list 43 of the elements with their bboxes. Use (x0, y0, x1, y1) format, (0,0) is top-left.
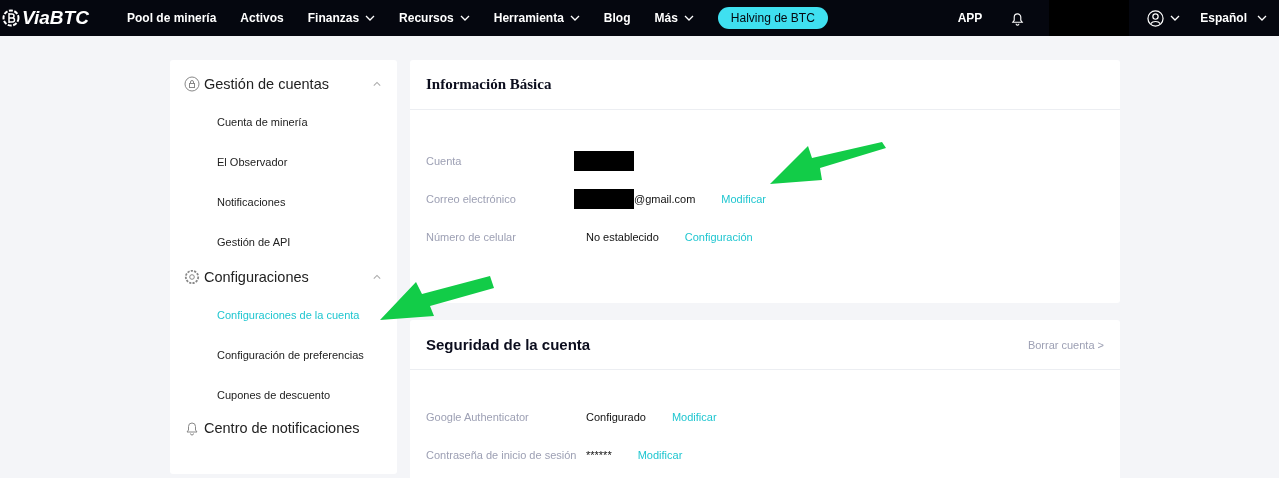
sidebar-item[interactable]: Cuenta de minería (170, 102, 397, 142)
chevron-icon (1257, 15, 1267, 21)
field-value: Configurado (586, 411, 646, 423)
bitcoin-icon (2, 9, 20, 27)
chevron-icon (459, 15, 470, 21)
logo[interactable]: ViaBTC (2, 7, 127, 29)
nav-link[interactable]: Finanzas (307, 11, 376, 25)
sidebar-item[interactable]: Cupones de descuento (170, 375, 397, 415)
nav-link[interactable]: Herramienta (493, 11, 580, 25)
chevron-icon (569, 15, 580, 21)
lock-icon (184, 76, 200, 92)
field-value: @gmail.com (634, 193, 696, 205)
gear-icon (184, 269, 200, 285)
chevron-icon (683, 15, 694, 21)
field-label: Número de celular (426, 231, 517, 243)
nav-link[interactable]: Blog (603, 11, 631, 25)
section-title: Seguridad de la cuenta (426, 336, 591, 353)
chevron-icon (1170, 15, 1181, 21)
nav-link[interactable]: Activos (240, 11, 284, 25)
field-label: Google Authenticator (426, 411, 530, 423)
nav-link[interactable]: Pool de minería (127, 11, 217, 25)
user-icon[interactable] (1147, 9, 1165, 27)
nav-link[interactable]: Más (654, 11, 694, 25)
field-label: Contraseña de inicio de sesión (426, 449, 574, 461)
field-label: Cuenta (426, 155, 463, 167)
field-label: Correo electrónico (426, 193, 517, 205)
app-link[interactable]: APP (957, 11, 983, 25)
sidebar-item[interactable]: El Observador (170, 142, 397, 182)
field-value: ****** (586, 449, 612, 461)
language-selector[interactable]: Español (1200, 11, 1267, 25)
bell-icon[interactable] (1010, 10, 1026, 26)
field-value: No establecido (586, 231, 659, 243)
sidebar-group-title[interactable]: Configuraciones (204, 269, 373, 285)
sidebar-item[interactable]: Gestión de API (170, 222, 397, 262)
section-title: Información Básica (426, 76, 552, 93)
sidebar-group-title[interactable]: Centro de notificaciones (204, 420, 381, 436)
halving-button[interactable]: Halving de BTC (717, 7, 828, 29)
sidebar-item[interactable]: Configuración de preferencias (170, 335, 397, 375)
chevron-icon (365, 15, 376, 21)
bell-icon (184, 420, 200, 436)
sidebar-item[interactable]: Notificaciones (170, 182, 397, 222)
nav-link[interactable]: Recursos (399, 11, 470, 25)
sidebar-group-title[interactable]: Gestión de cuentas (204, 76, 373, 92)
